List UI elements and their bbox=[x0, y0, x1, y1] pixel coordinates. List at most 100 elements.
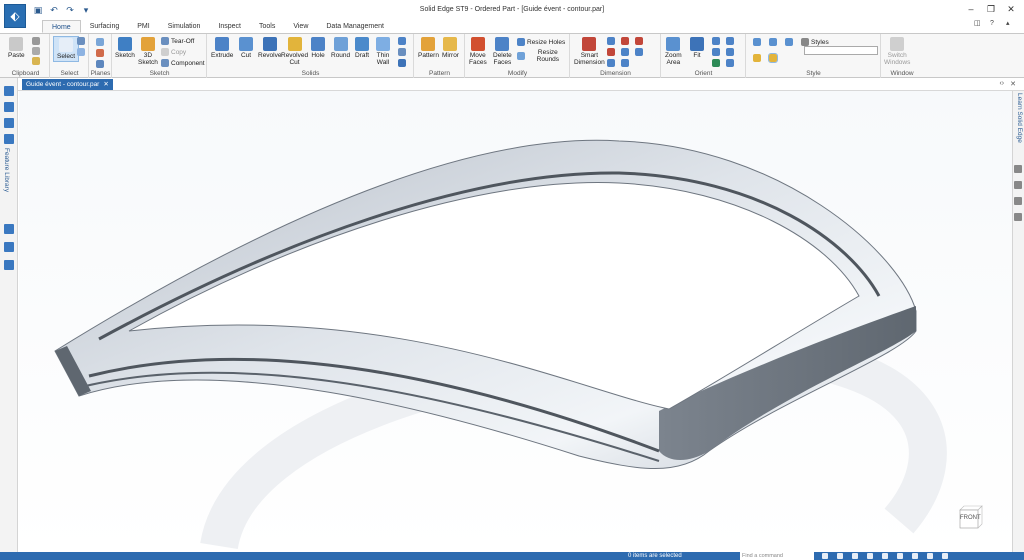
dimension-tool-3[interactable] bbox=[607, 59, 615, 67]
dimension-tool-7[interactable] bbox=[635, 37, 643, 45]
hole-button[interactable]: Hole bbox=[311, 37, 325, 59]
draft-button[interactable]: Draft bbox=[355, 37, 369, 59]
zoom-area-button[interactable]: Zoom Area bbox=[665, 37, 682, 66]
minimize-icon[interactable]: – bbox=[966, 4, 976, 14]
right-tool-1-icon[interactable] bbox=[1014, 165, 1022, 173]
paste-button[interactable]: Paste bbox=[8, 37, 25, 59]
tab-surfacing[interactable]: Surfacing bbox=[81, 20, 129, 33]
pan-button[interactable] bbox=[712, 48, 720, 56]
globe-icon[interactable] bbox=[4, 260, 14, 270]
view-tool-4[interactable] bbox=[726, 37, 734, 45]
tab-close-icon[interactable]: ✕ bbox=[1010, 80, 1016, 88]
layers-icon[interactable] bbox=[4, 102, 14, 112]
fit-button[interactable]: Fit bbox=[690, 37, 704, 59]
move-faces-button[interactable]: Move Faces bbox=[469, 37, 487, 66]
learn-solid-edge-tab[interactable]: Learn Solid Edge bbox=[1016, 93, 1023, 143]
command-finder-input[interactable]: Find a command bbox=[740, 552, 814, 560]
right-tool-3-icon[interactable] bbox=[1014, 197, 1022, 205]
tab-scroll-icon[interactable]: ‹› bbox=[999, 80, 1004, 88]
cut-button[interactable]: Cut bbox=[239, 37, 253, 59]
assembly-icon[interactable] bbox=[4, 224, 14, 234]
component-button[interactable]: Component bbox=[161, 59, 205, 67]
format-painter-button[interactable] bbox=[32, 57, 40, 65]
tab-pmi[interactable]: PMI bbox=[128, 20, 158, 33]
thin-wall-button[interactable]: Thin Wall bbox=[376, 37, 390, 66]
tab-inspect[interactable]: Inspect bbox=[209, 20, 250, 33]
dimension-tool-6[interactable] bbox=[621, 59, 629, 67]
tab-data-management[interactable]: Data Management bbox=[317, 20, 393, 33]
shaded-edges-button[interactable] bbox=[768, 53, 778, 63]
revolved-cut-button[interactable]: Revolved Cut bbox=[281, 37, 308, 66]
view-iso-button[interactable] bbox=[753, 38, 761, 46]
graphics-viewport[interactable]: FRONT bbox=[19, 91, 1012, 552]
revolve-button[interactable]: Revolve bbox=[258, 37, 281, 59]
plane-option-button[interactable] bbox=[96, 60, 104, 68]
dimension-tool-2[interactable] bbox=[607, 48, 615, 56]
right-tool-2-icon[interactable] bbox=[1014, 181, 1022, 189]
right-tool-4-icon[interactable] bbox=[1014, 213, 1022, 221]
rotate-button[interactable] bbox=[712, 59, 720, 67]
status-icon-4[interactable] bbox=[867, 553, 873, 559]
solids-extra-1-button[interactable] bbox=[398, 37, 406, 45]
coordinate-system-button[interactable] bbox=[96, 49, 104, 57]
status-icon-2[interactable] bbox=[837, 553, 843, 559]
sketch3d-button[interactable]: 3D Sketch bbox=[138, 37, 158, 66]
tearoff-button[interactable]: Tear-Off bbox=[161, 37, 194, 45]
resize-holes-button[interactable]: Resize Holes bbox=[517, 38, 565, 46]
settings-icon[interactable]: ◫ bbox=[974, 20, 982, 28]
document-tab[interactable]: Guide évent - contour.par ✕ bbox=[22, 79, 113, 90]
help-icon[interactable]: ? bbox=[990, 20, 998, 28]
zoom-button[interactable] bbox=[712, 37, 720, 45]
dimension-tool-5[interactable] bbox=[621, 48, 629, 56]
status-icon-1[interactable] bbox=[822, 553, 828, 559]
feature-library-tab[interactable]: Feature Library bbox=[3, 148, 10, 192]
styles-dropdown[interactable] bbox=[804, 46, 878, 55]
status-icon-6[interactable] bbox=[897, 553, 903, 559]
status-icon-8[interactable] bbox=[927, 553, 933, 559]
status-icon-5[interactable] bbox=[882, 553, 888, 559]
select-mode-button[interactable] bbox=[77, 48, 85, 56]
shaded-button[interactable] bbox=[753, 54, 761, 62]
part-icon[interactable] bbox=[4, 242, 14, 252]
ribbon-minimize-icon[interactable]: ▴ bbox=[1006, 20, 1014, 28]
status-icon-3[interactable] bbox=[852, 553, 858, 559]
copy-small-button[interactable] bbox=[32, 47, 40, 55]
close-icon[interactable]: ✕ bbox=[1006, 4, 1016, 14]
extrude-button[interactable]: Extrude bbox=[211, 37, 233, 59]
status-icon-9[interactable] bbox=[942, 553, 948, 559]
dimension-tool-1[interactable] bbox=[607, 37, 615, 45]
tab-home[interactable]: Home bbox=[42, 20, 81, 33]
dimension-tool-8[interactable] bbox=[635, 48, 643, 56]
sketch-button[interactable]: Sketch bbox=[115, 37, 135, 59]
close-tab-icon[interactable]: ✕ bbox=[103, 79, 108, 90]
copy-sketch-button[interactable]: Copy bbox=[161, 48, 186, 56]
view-tool-5[interactable] bbox=[726, 48, 734, 56]
tab-tools[interactable]: Tools bbox=[250, 20, 284, 33]
round-button[interactable]: Round bbox=[331, 37, 350, 59]
library-icon[interactable] bbox=[4, 134, 14, 144]
solids-extra-3-button[interactable] bbox=[398, 59, 406, 67]
select-filter-button[interactable] bbox=[77, 37, 85, 45]
clipboard-group: Paste Clipboard bbox=[2, 34, 50, 78]
plane-button[interactable] bbox=[96, 38, 104, 46]
restore-icon[interactable]: ❐ bbox=[986, 4, 996, 14]
switch-windows-button[interactable]: Switch Windows bbox=[884, 37, 910, 66]
delete-faces-button[interactable]: Delete Faces bbox=[493, 37, 512, 66]
view-cube[interactable]: FRONT bbox=[956, 502, 986, 532]
solids-extra-2-button[interactable] bbox=[398, 48, 406, 56]
view-tri-button[interactable] bbox=[785, 38, 793, 46]
pathfinder-icon[interactable] bbox=[4, 86, 14, 96]
select-button[interactable]: Select bbox=[53, 36, 80, 62]
status-icon-7[interactable] bbox=[912, 553, 918, 559]
view-dim-button[interactable] bbox=[769, 38, 777, 46]
mirror-button[interactable]: Mirror bbox=[442, 37, 459, 59]
tab-view[interactable]: View bbox=[284, 20, 317, 33]
view-tool-6[interactable] bbox=[726, 59, 734, 67]
tab-simulation[interactable]: Simulation bbox=[159, 20, 210, 33]
pattern-button[interactable]: Pattern bbox=[418, 37, 439, 59]
sensors-icon[interactable] bbox=[4, 118, 14, 128]
resize-rounds-button[interactable]: Resize Rounds bbox=[517, 49, 569, 63]
cut-small-button[interactable] bbox=[32, 37, 40, 45]
smart-dimension-button[interactable]: Smart Dimension bbox=[574, 37, 605, 66]
dimension-tool-4[interactable] bbox=[621, 37, 629, 45]
